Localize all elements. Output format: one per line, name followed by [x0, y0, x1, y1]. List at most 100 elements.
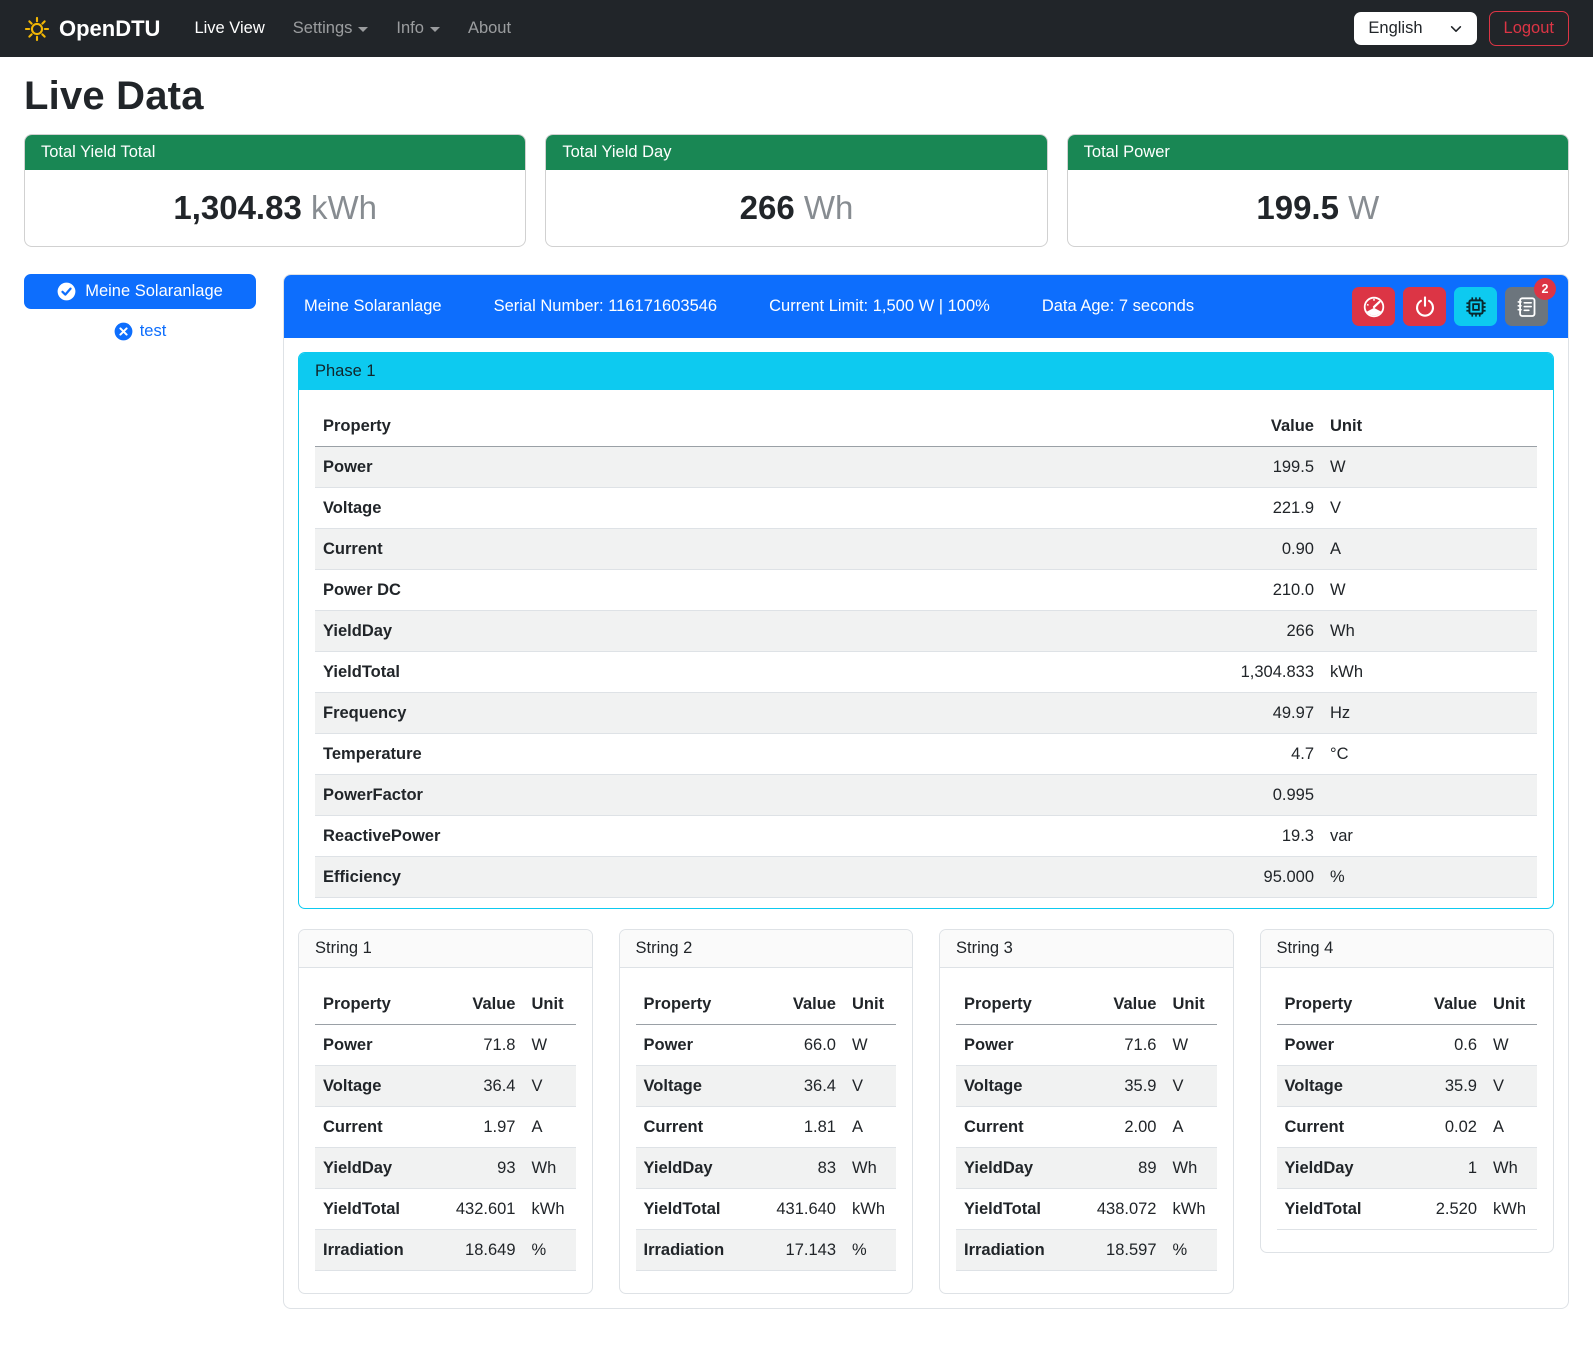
column-header-unit: Unit	[1485, 984, 1537, 1025]
table-row: PowerFactor0.995	[315, 775, 1537, 816]
table-row: YieldTotal438.072kWh	[956, 1189, 1217, 1230]
property-label: Irradiation	[315, 1230, 432, 1271]
property-label: Frequency	[315, 693, 1192, 734]
card-unit: W	[1348, 189, 1379, 226]
property-label: Power	[315, 447, 1192, 488]
column-header-value: Value	[1192, 406, 1322, 447]
language-select[interactable]: English	[1354, 12, 1476, 45]
card-value-row: 1,304.83 kWh	[25, 170, 525, 246]
property-value: 0.6	[1393, 1025, 1485, 1066]
nav-live-view[interactable]: Live View	[180, 11, 278, 46]
property-value: 89	[1073, 1148, 1165, 1189]
column-header-value: Value	[432, 984, 524, 1025]
property-value: 71.8	[432, 1025, 524, 1066]
table-row: YieldDay93Wh	[315, 1148, 576, 1189]
string-card-title: String 4	[1261, 930, 1554, 968]
column-header-value: Value	[752, 984, 844, 1025]
property-unit: var	[1322, 816, 1537, 857]
property-label: YieldDay	[315, 1148, 432, 1189]
check-circle-icon	[57, 282, 76, 301]
property-unit: V	[524, 1066, 576, 1107]
inverter-data-age: Data Age: 7 seconds	[1042, 297, 1194, 316]
property-value: 36.4	[432, 1066, 524, 1107]
property-value: 1.81	[752, 1107, 844, 1148]
phase-table-head: Property Value Unit	[315, 406, 1537, 447]
nav-settings[interactable]: Settings	[279, 11, 383, 46]
property-unit: %	[1165, 1230, 1217, 1271]
property-value: 17.143	[752, 1230, 844, 1271]
column-header-property: Property	[956, 984, 1073, 1025]
property-label: Efficiency	[315, 857, 1192, 898]
nav-live-view-label: Live View	[194, 19, 264, 38]
property-unit: W	[844, 1025, 896, 1066]
property-unit: Wh	[524, 1148, 576, 1189]
inverter-item-test[interactable]: test	[24, 322, 256, 341]
property-label: YieldTotal	[956, 1189, 1073, 1230]
property-label: YieldDay	[1277, 1148, 1394, 1189]
table-row: Power0.6W	[1277, 1025, 1538, 1066]
table-row: Voltage35.9V	[956, 1066, 1217, 1107]
inverter-select-button[interactable]: Meine Solaranlage	[24, 274, 256, 309]
property-unit: A	[1322, 529, 1537, 570]
card-title: Total Power	[1068, 135, 1568, 170]
nav-about[interactable]: About	[454, 11, 525, 46]
brand[interactable]: OpenDTU	[24, 16, 160, 42]
property-label: Temperature	[315, 734, 1192, 775]
table-row: YieldDay1Wh	[1277, 1148, 1538, 1189]
string-card-title: String 2	[620, 930, 913, 968]
column-header-property: Property	[1277, 984, 1394, 1025]
property-unit: %	[1322, 857, 1537, 898]
property-unit: W	[1322, 447, 1537, 488]
card-unit: Wh	[804, 189, 854, 226]
nav-info-label: Info	[396, 19, 424, 38]
power-control-button[interactable]	[1403, 287, 1446, 326]
property-unit: V	[1165, 1066, 1217, 1107]
event-log-button[interactable]: 2	[1505, 287, 1548, 326]
property-value: 19.3	[1192, 816, 1322, 857]
logout-button[interactable]: Logout	[1489, 11, 1569, 46]
device-info-button[interactable]	[1454, 287, 1497, 326]
limit-settings-button[interactable]	[1352, 287, 1395, 326]
total-power-card: Total Power 199.5 W	[1067, 134, 1569, 247]
column-header-property: Property	[315, 406, 1192, 447]
property-unit: V	[844, 1066, 896, 1107]
language-select-value: English	[1368, 19, 1422, 38]
property-label: YieldTotal	[315, 652, 1192, 693]
inverter-name: Meine Solaranlage	[304, 297, 442, 316]
property-label: Current	[315, 529, 1192, 570]
property-label: YieldTotal	[1277, 1189, 1394, 1230]
property-unit: kWh	[844, 1189, 896, 1230]
property-value: 35.9	[1393, 1066, 1485, 1107]
table-row: ReactivePower19.3var	[315, 816, 1537, 857]
card-title: Total Yield Total	[25, 135, 525, 170]
table-row: Power DC210.0W	[315, 570, 1537, 611]
property-value: 431.640	[752, 1189, 844, 1230]
card-value-row: 266 Wh	[546, 170, 1046, 246]
property-label: Irradiation	[636, 1230, 753, 1271]
table-row: YieldTotal432.601kWh	[315, 1189, 576, 1230]
property-value: 438.072	[1073, 1189, 1165, 1230]
brand-label: OpenDTU	[59, 16, 160, 42]
event-count-badge: 2	[1534, 278, 1556, 300]
main-nav: Live View Settings Info About	[180, 11, 525, 46]
phase-table: Property Value Unit Power199.5WVoltage22…	[315, 406, 1537, 898]
card-value: 1,304.83	[173, 189, 301, 226]
property-unit: A	[844, 1107, 896, 1148]
property-value: 18.597	[1073, 1230, 1165, 1271]
property-unit: kWh	[1485, 1189, 1537, 1230]
strings-grid: String 1 Property Value Unit	[298, 929, 1554, 1294]
property-label: Power	[315, 1025, 432, 1066]
string-4-table: Property Value Unit Power0.6WVoltage35.9…	[1277, 984, 1538, 1230]
property-unit: Wh	[1485, 1148, 1537, 1189]
inverter-item-test-label: test	[140, 322, 167, 341]
property-value: 18.649	[432, 1230, 524, 1271]
nav-info[interactable]: Info	[382, 11, 454, 46]
table-row: Power71.8W	[315, 1025, 576, 1066]
table-row: Current2.00A	[956, 1107, 1217, 1148]
navbar: OpenDTU Live View Settings Info About En…	[0, 0, 1593, 57]
chevron-down-icon	[1449, 22, 1463, 36]
cpu-icon	[1464, 295, 1488, 319]
property-value: 0.02	[1393, 1107, 1485, 1148]
property-unit: A	[1485, 1107, 1537, 1148]
total-yield-total-card: Total Yield Total 1,304.83 kWh	[24, 134, 526, 247]
